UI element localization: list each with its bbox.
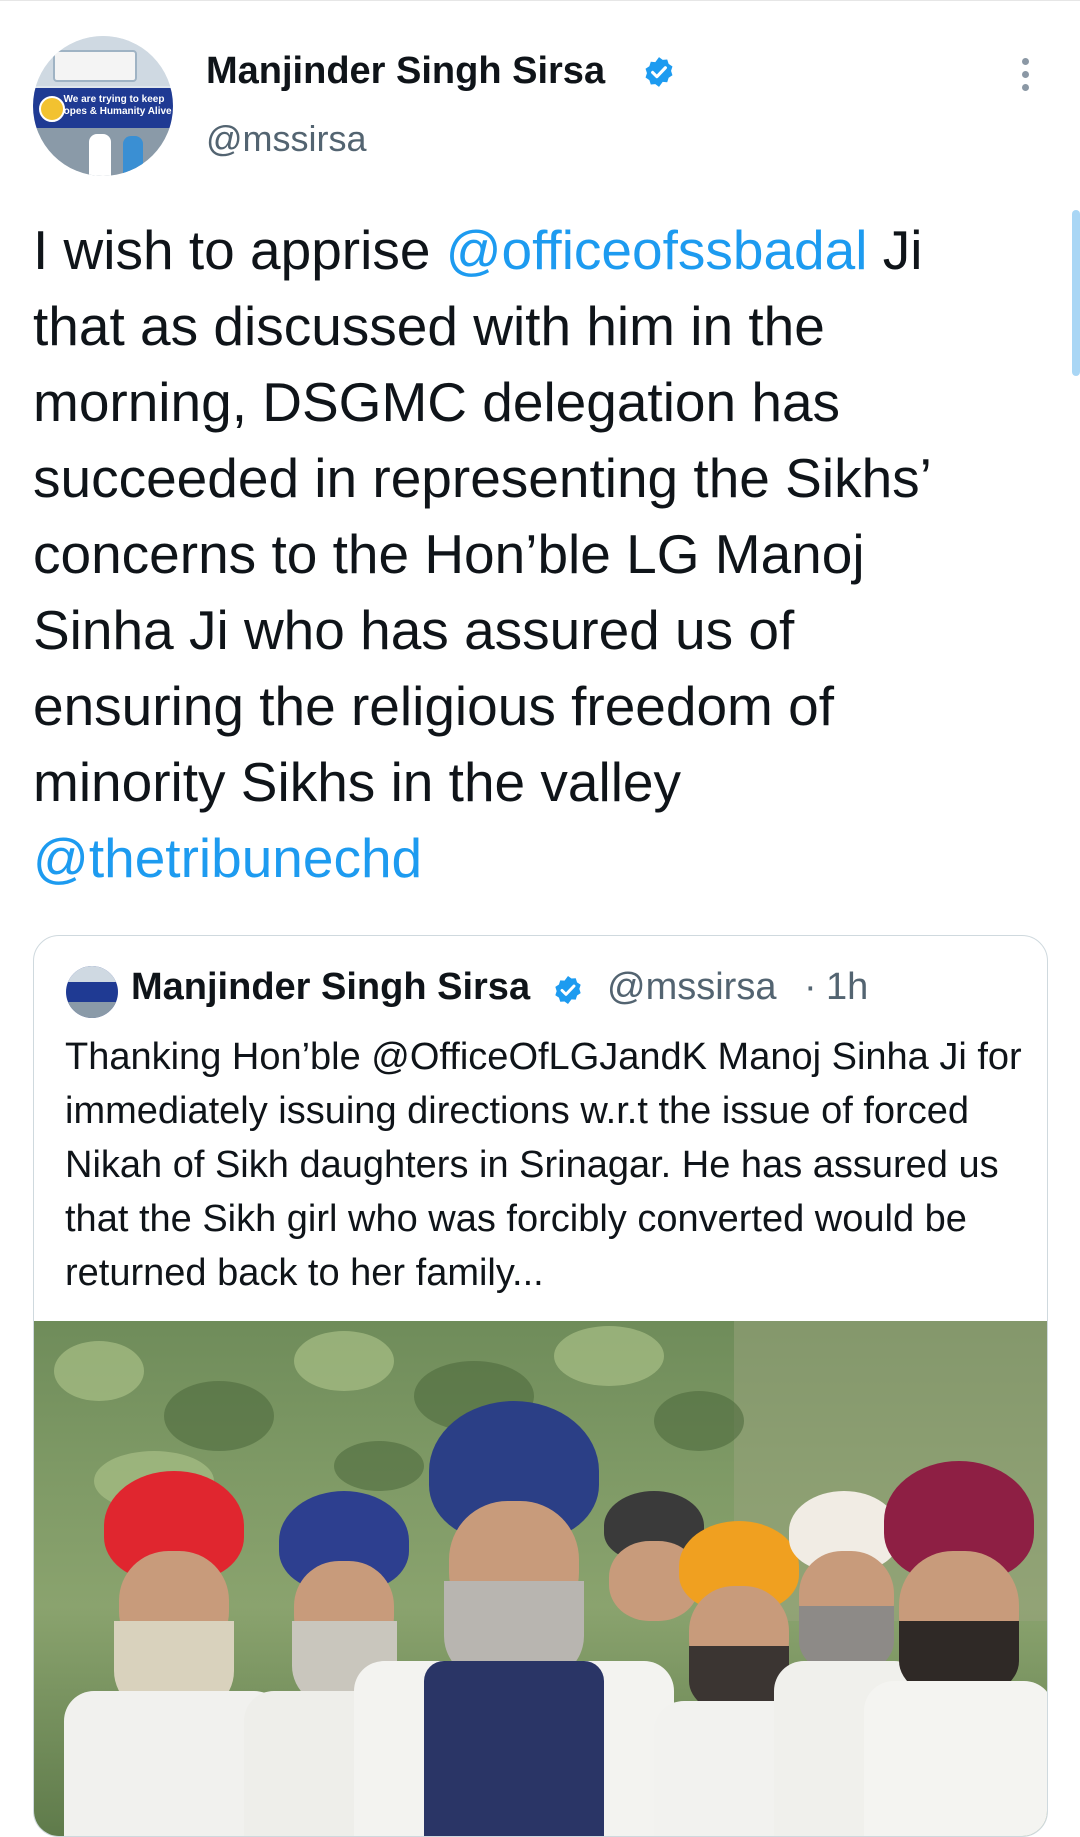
- quoted-timestamp: 1h: [826, 966, 869, 1008]
- avatar-banner: We are trying to keep Hopes & Humanity A…: [33, 88, 173, 128]
- photo-foliage: [164, 1381, 274, 1451]
- quoted-author-avatar: [66, 966, 118, 1018]
- avatar-background: [66, 966, 118, 982]
- more-options-button[interactable]: [1010, 54, 1040, 104]
- author-handle[interactable]: @mssirsa: [206, 118, 367, 160]
- avatar-lower: [66, 1002, 118, 1018]
- quoted-tweet-card[interactable]: Manjinder Singh Sirsa @mssirsa · 1h Than…: [33, 935, 1048, 1837]
- more-vertical-icon: [1021, 58, 1029, 65]
- quoted-tweet-photo[interactable]: [34, 1321, 1047, 1836]
- photo-foliage: [294, 1331, 394, 1391]
- verified-badge-icon: [645, 57, 673, 87]
- verified-badge-icon: [555, 976, 581, 1004]
- photo-person: [864, 1461, 1047, 1836]
- avatar-person-2: [123, 136, 143, 176]
- mention-link[interactable]: @officeofssbadal: [446, 219, 868, 281]
- avatar-person: [89, 134, 111, 176]
- photo-jacket: [424, 1661, 604, 1836]
- scrollbar[interactable]: [1072, 210, 1080, 376]
- top-divider: [0, 0, 1080, 1]
- more-dot: [1021, 71, 1029, 78]
- separator-dot: ·: [804, 966, 817, 1008]
- mention-link[interactable]: @thetribunechd: [33, 827, 422, 889]
- avatar-logo-icon: [39, 96, 65, 122]
- more-dot: [1021, 84, 1029, 91]
- quoted-author-name: Manjinder Singh Sirsa: [131, 966, 531, 1008]
- quoted-author-handle: @mssirsa: [607, 966, 777, 1008]
- tweet-text: I wish to apprise @officeofssbadal Ji th…: [33, 212, 1013, 896]
- photo-foliage: [54, 1341, 144, 1401]
- author-avatar[interactable]: We are trying to keep Hopes & Humanity A…: [33, 36, 173, 176]
- tweet-text-segment: Ji that as discussed with him in the mor…: [33, 219, 930, 813]
- photo-foliage: [554, 1326, 664, 1386]
- tweet-text-segment: I wish to apprise: [33, 219, 446, 281]
- author-name[interactable]: Manjinder Singh Sirsa: [206, 50, 605, 93]
- photo-body: [864, 1681, 1047, 1836]
- quoted-tweet-text: Thanking Hon’ble @OfficeOfLGJandK Manoj …: [65, 1036, 1022, 1294]
- avatar-bus-shape: [53, 50, 137, 82]
